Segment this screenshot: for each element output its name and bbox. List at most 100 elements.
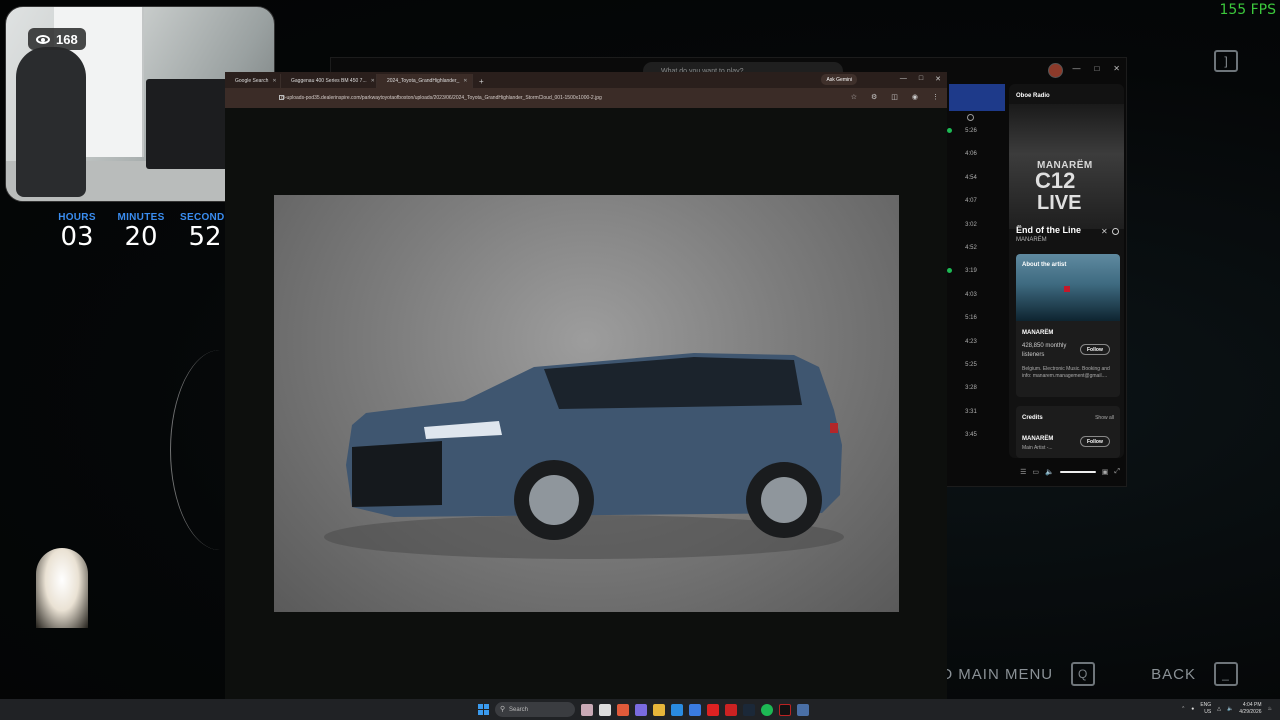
- browser-tab[interactable]: 2024_Toyota_GrandHighlander_ ✕: [377, 74, 473, 88]
- tab-close-icon[interactable]: ✕: [371, 78, 375, 84]
- taillight: [830, 423, 838, 433]
- track-duration: 3:45: [965, 432, 977, 439]
- minimize-icon[interactable]: —: [900, 75, 907, 83]
- game-icon[interactable]: [779, 703, 791, 716]
- sidebar-icon[interactable]: ◫: [891, 93, 898, 101]
- notepad-icon[interactable]: [797, 703, 809, 716]
- clock[interactable]: 4:04 PM 4/29/2026: [1239, 702, 1261, 716]
- back-button[interactable]: BACK: [1151, 666, 1196, 683]
- credits-heading: Credits: [1022, 415, 1043, 421]
- system-tray: ⌃ ● ENG US △ 🔈 4:04 PM 4/29/2026 ♨: [1181, 702, 1272, 716]
- queue-icon[interactable]: ☰: [1020, 468, 1026, 476]
- tab-close-icon[interactable]: ✕: [272, 78, 276, 84]
- front-rim: [529, 475, 579, 525]
- lamp-glow: [36, 548, 88, 628]
- windows-start-icon[interactable]: [478, 704, 489, 715]
- address-bar[interactable]: di-uploads-pod35.dealerinspire.com/parkw…: [225, 88, 947, 108]
- miniplayer-icon[interactable]: ▣: [1102, 468, 1109, 476]
- spotify-window-controls: — □ ✕: [1072, 64, 1120, 73]
- volume-slider[interactable]: [1059, 471, 1096, 473]
- track-duration: 4:03: [965, 291, 977, 298]
- taskbar-search[interactable]: ⚲ Search: [495, 702, 575, 717]
- file-explorer-icon[interactable]: [653, 703, 665, 716]
- volume-icon[interactable]: 🔈: [1045, 468, 1054, 476]
- widgets-icon[interactable]: [581, 703, 593, 716]
- track-duration: 4:54: [965, 174, 977, 181]
- language-indicator[interactable]: ENG US: [1200, 702, 1211, 716]
- add-to-library-icon[interactable]: [1112, 228, 1119, 235]
- artist-image-mark: [1064, 286, 1070, 292]
- show-all-link[interactable]: Show all: [1095, 415, 1114, 421]
- browser-tab[interactable]: Google Search ✕: [225, 74, 281, 88]
- avatar[interactable]: [1048, 63, 1063, 78]
- volume-icon[interactable]: 🔈: [1227, 706, 1233, 712]
- browser-tab[interactable]: Gaggenau 400 Series BM 450 7... ✕: [281, 74, 377, 88]
- artist-image: About the artist: [1016, 254, 1120, 321]
- mail-icon[interactable]: [689, 703, 701, 716]
- task-view-icon[interactable]: [599, 703, 611, 716]
- steam-icon[interactable]: [743, 703, 755, 716]
- track-duration: 3:02: [965, 221, 977, 228]
- track-duration: 5:25: [965, 362, 977, 368]
- edge-icon[interactable]: [671, 703, 683, 716]
- track-duration: 4:07: [965, 198, 977, 205]
- image-viewer[interactable]: [274, 195, 899, 612]
- site-info-icon[interactable]: [279, 95, 284, 100]
- album-art-line2: C12: [1035, 168, 1076, 193]
- seconds-value: 52: [188, 222, 222, 252]
- wifi-icon[interactable]: △: [1217, 706, 1221, 712]
- suv-photo: [324, 353, 844, 559]
- chrome-icon[interactable]: [617, 703, 629, 716]
- track-duration: 4:23: [965, 338, 977, 345]
- track-duration: 5:16: [965, 315, 977, 322]
- minimize-icon[interactable]: —: [1072, 64, 1080, 73]
- tab-label: 2024_Toyota_GrandHighlander_: [387, 78, 460, 84]
- fullscreen-icon[interactable]: ⤢: [1114, 468, 1120, 476]
- close-icon[interactable]: ✕: [1113, 64, 1120, 73]
- url-text[interactable]: di-uploads-pod35.dealerinspire.com/parkw…: [281, 95, 602, 101]
- profile-icon[interactable]: ◉: [912, 93, 918, 101]
- suv-grille: [352, 441, 442, 507]
- taskbar-search-label: Search: [509, 706, 529, 713]
- gmail-icon[interactable]: [725, 703, 737, 716]
- track-duration: 4:06: [965, 151, 977, 158]
- tab-close-icon[interactable]: ✕: [463, 78, 467, 84]
- ask-gemini-button[interactable]: Ask Gemini: [821, 74, 857, 85]
- desktop: 155 FPS 168 HOURS 03 MINUTES 20 SECONDS 52 …: [0, 0, 1280, 720]
- youtube-icon[interactable]: [707, 703, 719, 716]
- chevron-up-icon[interactable]: ⌃: [1181, 706, 1185, 712]
- bookmark-star-icon[interactable]: ☆: [851, 93, 857, 101]
- close-icon[interactable]: ✕: [1101, 227, 1108, 236]
- notification-bell-icon[interactable]: ♨: [1268, 706, 1272, 712]
- track-duration: 5:26: [965, 128, 977, 134]
- maximize-icon[interactable]: □: [1094, 64, 1099, 73]
- about-artist-card[interactable]: About the artist MANARËM 428,850 monthly…: [1016, 254, 1120, 397]
- credit-role: Main Artist -...: [1022, 445, 1053, 451]
- search-icon: ⚲: [500, 706, 506, 713]
- webcam-chair: [16, 47, 86, 197]
- track-artist[interactable]: MANARËM: [1016, 237, 1047, 243]
- tab-label: Google Search: [235, 78, 269, 84]
- artist-bio: Belgium. Electronic Music. Booking and i…: [1022, 366, 1110, 379]
- network-icon[interactable]: ●: [1191, 706, 1194, 712]
- credit-follow-button[interactable]: Follow: [1080, 436, 1110, 447]
- bracket-key-hint[interactable]: ]: [1214, 50, 1238, 72]
- about-heading: About the artist: [1022, 262, 1067, 268]
- saved-check-icon[interactable]: [947, 268, 952, 274]
- taskbar-apps: ⚲ Search: [478, 702, 809, 717]
- follow-button[interactable]: Follow: [1080, 344, 1110, 355]
- app-icon[interactable]: [635, 703, 647, 716]
- menu-icon[interactable]: ⋮: [932, 93, 939, 101]
- maximize-icon[interactable]: □: [919, 75, 923, 83]
- close-icon[interactable]: ✕: [935, 75, 941, 83]
- browser-toolbar: ☆ ⚙ ◫ ◉ ⋮: [851, 93, 939, 101]
- extensions-icon[interactable]: ⚙: [871, 93, 877, 101]
- devices-icon[interactable]: ▭: [1032, 468, 1039, 476]
- track-duration: 4:52: [965, 245, 977, 251]
- eye-icon: [36, 34, 50, 44]
- track-duration: 3:31: [965, 408, 977, 415]
- spotify-icon[interactable]: [761, 703, 773, 716]
- track-title[interactable]: Ënd of the Line: [1016, 225, 1081, 235]
- new-tab-button[interactable]: +: [473, 74, 490, 88]
- saved-check-icon[interactable]: [947, 128, 952, 133]
